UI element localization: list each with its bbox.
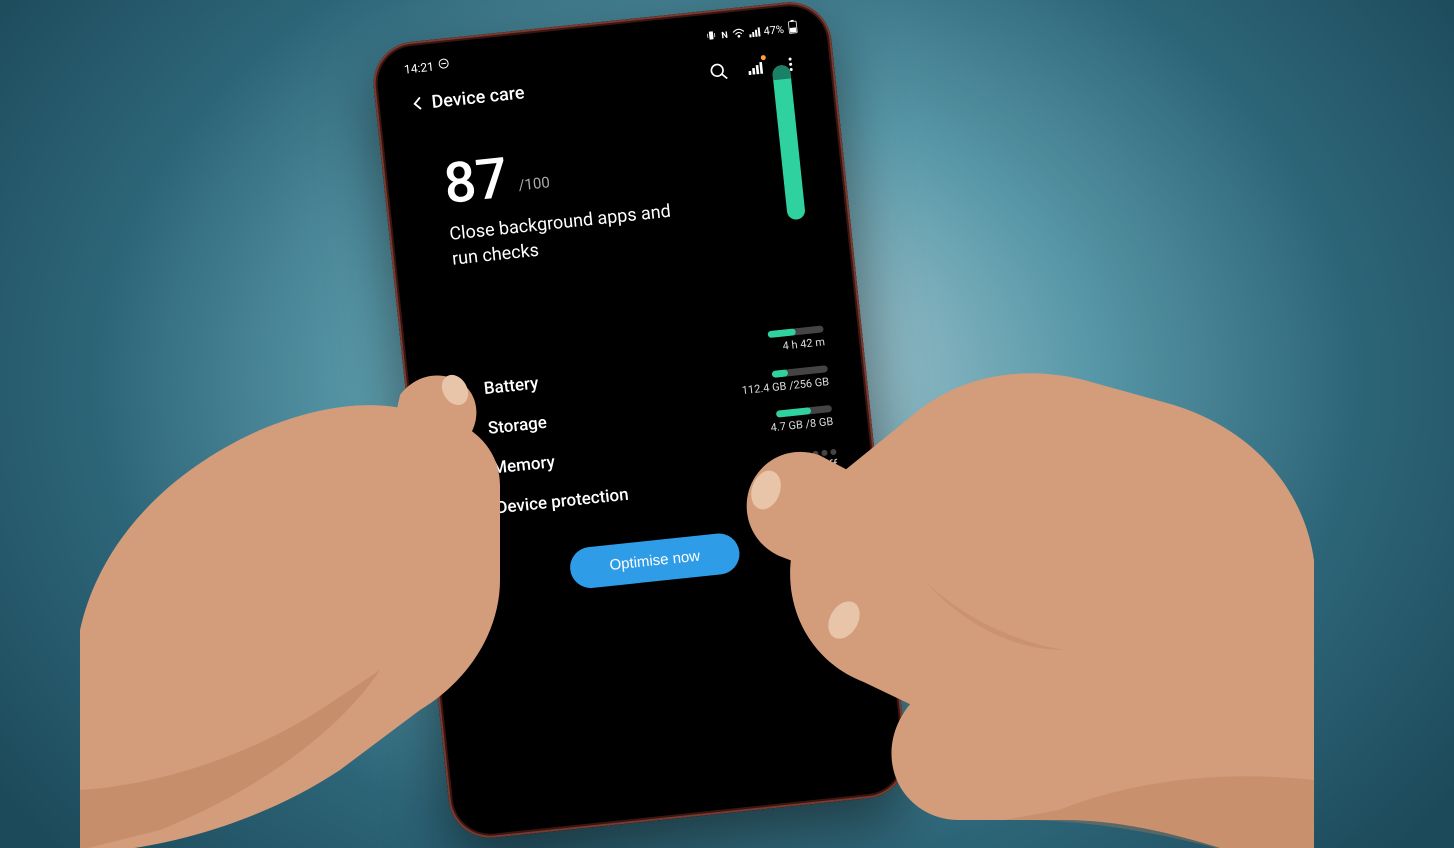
phone-screen: 14:21 N 47% [384,10,895,827]
back-button[interactable] [402,88,433,119]
battery-icon [787,19,799,37]
search-button[interactable] [703,55,736,88]
scene-background: 14:21 N 47% [0,0,1454,848]
memory-row-icon [452,462,482,481]
storage-row-icon [448,423,478,442]
signal-icon [748,27,760,37]
dnd-icon [437,57,451,73]
wifi-icon [731,26,745,41]
device-protection-value: Off [819,458,838,475]
score-value: 87 [441,150,510,212]
protection-indicator [812,449,836,457]
vibrate-icon [705,29,719,45]
status-battery-pct: 47% [763,23,785,38]
battery-row-icon [443,382,473,403]
status-time: 14:21 [403,59,434,76]
notification-dot-icon [761,55,766,60]
data-usage-button[interactable] [738,52,771,85]
score-max: /100 [518,173,552,204]
phone-frame: 14:21 N 47% [369,0,910,842]
shield-icon [456,502,486,522]
optimise-now-button[interactable]: Optimise now [568,532,742,591]
nfc-icon: N [721,30,728,41]
